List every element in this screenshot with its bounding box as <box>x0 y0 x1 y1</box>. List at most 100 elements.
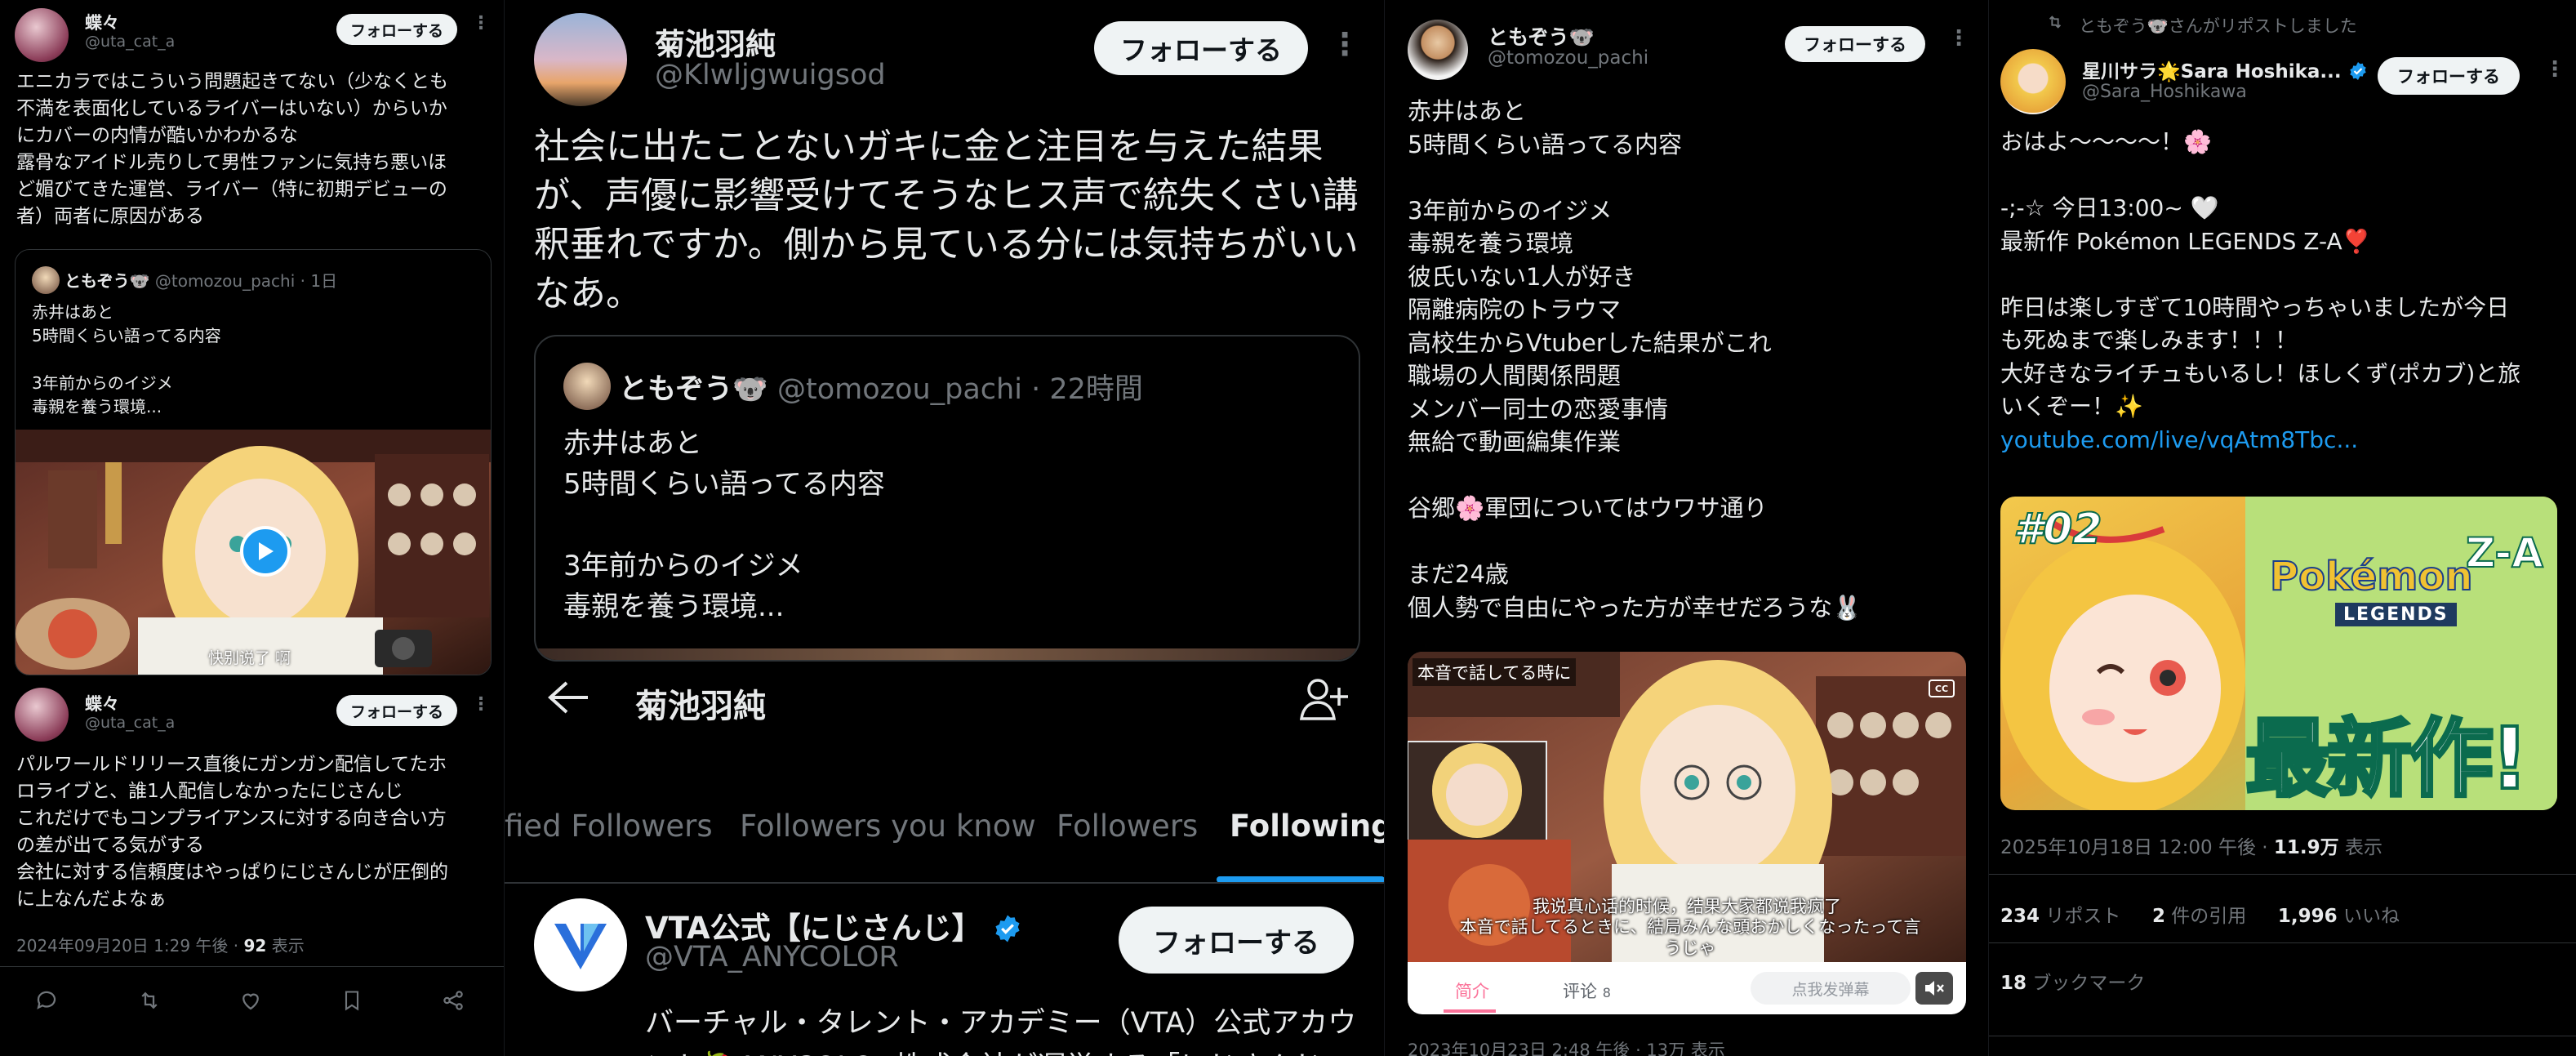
user-name[interactable]: 菊池羽純 <box>655 20 776 64</box>
like-label[interactable]: いいね <box>2338 906 2400 927</box>
user-name[interactable]: 蝶々 <box>85 10 119 34</box>
more-options-icon[interactable]: ⋮ <box>2544 57 2566 82</box>
tab-following[interactable]: Following <box>1230 809 1384 844</box>
tweet-meta: 2025年10月18日 12:00 午後 · 11.9万 表示 <box>2000 831 2382 859</box>
divider <box>1989 942 2576 943</box>
bookmark-icon[interactable] <box>340 988 363 1016</box>
tweet-text: おはよ〜〜〜〜！🌸 -;-☆ 今日13:00~ 🤍 最新作 Pokémon LE… <box>2000 126 2564 457</box>
user-avatar[interactable] <box>2000 49 2066 114</box>
back-arrow-icon[interactable] <box>545 679 591 719</box>
text-line <box>2000 159 2564 193</box>
bookmark-stats[interactable]: 18 ブックマーク <box>2000 967 2145 995</box>
vta-logo[interactable] <box>534 898 627 991</box>
user-name: 星川サラ🌟Sara Hoshika... <box>2082 61 2342 82</box>
quote-name: ともぞう🐨 <box>65 271 150 291</box>
quote-handle: @tomozou_pachi <box>777 373 1022 406</box>
user-name[interactable]: 蝶々 <box>85 691 119 715</box>
user-handle[interactable]: @uta_cat_a <box>85 714 175 732</box>
share-icon[interactable] <box>441 988 465 1016</box>
bookmark-label: ブックマーク <box>2027 973 2146 994</box>
repost-icon <box>2044 13 2066 34</box>
add-user-icon[interactable] <box>1297 675 1350 727</box>
tab-comments[interactable]: 评论 8 <box>1563 978 1611 1003</box>
text-line: おはよ〜〜〜〜！🌸 <box>2000 128 2212 155</box>
user-handle[interactable]: @Klwljgwuigsod <box>655 59 886 91</box>
text-line: -;-☆ 今日13:00~ 🤍 <box>2000 194 2219 221</box>
text-line <box>2000 258 2564 292</box>
view-label: 表示 <box>2338 837 2382 858</box>
follow-button[interactable]: フォローする <box>1094 21 1308 75</box>
text-line: 昨日は楽しすぎて10時間やっちゃいましたが今日 <box>2000 293 2510 321</box>
follow-button[interactable]: フォローする <box>2378 57 2520 95</box>
quote-text: 赤井はあと 5時間くらい語ってる内容 3年前からのイジメ 毒親を養う環境... <box>563 427 885 623</box>
bookmark-count: 18 <box>2000 973 2027 994</box>
quote-media-strip <box>536 648 1359 660</box>
repost-icon[interactable] <box>136 988 162 1016</box>
tweet-date: 2024年09月20日 1:29 午後 · <box>16 936 244 956</box>
reply-icon[interactable] <box>34 988 59 1016</box>
quote-label[interactable]: 件の引用 <box>2165 906 2246 927</box>
row-handle[interactable]: @VTA_ANYCOLOR <box>645 941 899 974</box>
follow-button[interactable]: フォローする <box>336 695 457 726</box>
user-avatar[interactable] <box>1408 20 1468 80</box>
episode-badge: #02 <box>2013 504 2103 555</box>
text-line: 最新作 Pokémon LEGENDS Z-A❣️ <box>2000 227 2371 255</box>
quote-video[interactable]: 快别说了 啊 <box>16 430 491 675</box>
tweet-image[interactable]: #02 Pokémon LEGENDS Z-A 最新作! <box>2000 497 2557 810</box>
quote-card[interactable]: ともぞう🐨 @tomozou_pachi · 22時間 赤井はあと 5時間くらい… <box>534 335 1360 662</box>
more-options-icon[interactable]: ⋮ <box>1948 26 1970 51</box>
youtube-link[interactable]: youtube.com/live/vqAtm8Tbc... <box>2000 424 2564 457</box>
user-name[interactable]: ともぞう🐨 <box>1488 21 1595 51</box>
mute-icon[interactable] <box>1915 972 1953 1005</box>
follow-button[interactable]: フォローする <box>336 14 457 45</box>
tab-comments-label: 评论 <box>1563 982 1597 1001</box>
video-embed[interactable]: 本音で話してる時に CC 我说真心话的时候，结果大家都说我疯了 本音で話してると… <box>1408 652 1966 1014</box>
user-avatar[interactable] <box>15 688 69 742</box>
repost-count[interactable]: 234 <box>2000 906 2040 927</box>
verified-badge-icon <box>993 911 1022 946</box>
user-avatar[interactable] <box>15 8 69 62</box>
user-handle[interactable]: @Sara_Hoshikawa <box>2082 82 2247 102</box>
user-handle[interactable]: @uta_cat_a <box>85 33 175 51</box>
tweet-text: エニカラではこういう問題起きてない（少なくとも 不満を表面化しているライバーはい… <box>16 71 448 227</box>
quote-time: · 22時間 <box>1031 373 1143 406</box>
quote-time: · 1日 <box>300 271 338 291</box>
quote-count[interactable]: 2 <box>2152 906 2165 927</box>
user-avatar[interactable] <box>534 13 627 106</box>
follow-button[interactable]: フォローする <box>1119 907 1354 974</box>
play-icon[interactable] <box>240 526 291 577</box>
more-options-icon[interactable]: ⋮ <box>472 694 491 715</box>
engagement-stats: 234 リポスト 2 件の引用 1,996 いいね <box>2000 900 2400 928</box>
like-icon[interactable] <box>238 988 263 1016</box>
view-label: 表示 <box>266 936 305 956</box>
tab-followers[interactable]: Followers <box>1057 809 1198 844</box>
intro-tab-indicator <box>1444 1009 1496 1013</box>
tweet-panel-2: 菊池羽純 @Klwljgwuigsod フォローする ⋮ 社会に出たことないガキ… <box>505 0 1385 1056</box>
quote-text: 赤井はあと 5時間くらい語ってる内容 3年前からのイジメ 毒親を養う環境... <box>32 302 221 417</box>
row-bio: バーチャル・タレント・アカデミー（VTA）公式アカウ ント🍓ANYCOLOR株式… <box>645 1007 1357 1056</box>
danmaku-input[interactable]: 点我发弹幕 <box>1751 972 1911 1005</box>
tab-followers-you-know[interactable]: Followers you know <box>740 809 1036 844</box>
tab-verified-followers[interactable]: fied Followers <box>505 809 713 844</box>
video-subtitle: 快别说了 啊 <box>208 649 291 667</box>
repost-notice[interactable]: ともぞう🐨さんがリポストしました <box>2079 13 2357 38</box>
more-options-icon[interactable]: ⋮ <box>472 13 491 33</box>
follow-button[interactable]: フォローする <box>1785 26 1925 62</box>
quote-handle: @tomozou_pachi <box>154 271 296 291</box>
repost-label[interactable]: リポスト <box>2040 906 2120 927</box>
text-line: も死ぬまで楽しみます！！！ <box>2000 327 2298 354</box>
tweet-text: 赤井はあと 5時間くらい語ってる内容 3年前からのイジメ 毒親を養う環境 彼氏い… <box>1408 97 1862 622</box>
like-count[interactable]: 1,996 <box>2278 906 2338 927</box>
tab-intro[interactable]: 简介 <box>1455 978 1489 1003</box>
quote-card[interactable]: ともぞう🐨 @tomozou_pachi · 1日 赤井はあと 5時間くらい語っ… <box>15 249 492 675</box>
divider <box>1989 874 2576 875</box>
tweet-text: 社会に出たことないガキに金と注目を与えた結果 が、声優に影響受けてそうなヒス声で… <box>534 126 1359 314</box>
tweet-date: 2025年10月18日 12:00 午後 · <box>2000 837 2274 858</box>
captions-icon[interactable]: CC <box>1929 679 1955 697</box>
profile-title: 菊池羽純 <box>635 688 766 725</box>
subtitle-japanese: 本音で話してるときに、結局みんな頭おかしくなったって言 うじゃ <box>1459 917 1921 958</box>
za-logo: Z-A <box>2465 528 2544 577</box>
user-name-row[interactable]: 星川サラ🌟Sara Hoshika... <box>2082 56 2368 83</box>
more-options-icon[interactable]: ⋮ <box>1329 26 1361 62</box>
user-handle[interactable]: @tomozou_pachi <box>1488 47 1648 69</box>
